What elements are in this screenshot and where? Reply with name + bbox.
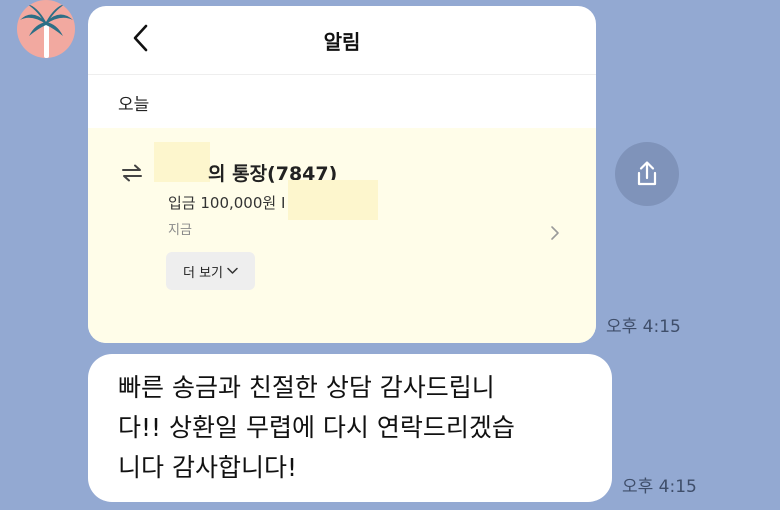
card-header: 알림 [88, 6, 596, 75]
more-button[interactable]: 더 보기 [166, 252, 255, 290]
notification-time: 지금 [168, 223, 192, 238]
notification-card: 알림 오늘 의 통장(7847) 입금 100,000원 I 지금 더 보기 [88, 6, 596, 343]
transfer-icon [122, 164, 142, 182]
avatar[interactable] [17, 0, 75, 58]
chevron-down-icon [227, 267, 238, 274]
deposit-amount: 입금 100,000원 I [168, 194, 286, 212]
message-line: 빠른 송금과 친절한 상담 감사드립니 [118, 373, 495, 402]
card-timestamp: 오후 4:15 [606, 317, 681, 337]
chevron-right-icon [551, 226, 559, 240]
more-button-label: 더 보기 [182, 265, 223, 281]
message-text: 빠른 송금과 친절한 상담 감사드립니 다!! 상환일 무렵에 다시 연락드리겠… [118, 368, 598, 488]
message-line: 니다 감사합니다! [118, 453, 297, 482]
section-label-today: 오늘 [118, 95, 150, 115]
share-button[interactable] [615, 142, 679, 206]
message-bubble[interactable]: 빠른 송금과 친절한 상담 감사드립니 다!! 상환일 무렵에 다시 연락드리겠… [88, 354, 612, 502]
palm-tree-icon [20, 4, 73, 58]
message-line: 다!! 상환일 무렵에 다시 연락드리겠습 [118, 413, 515, 442]
redacted-sender [288, 180, 378, 220]
page-title: 알림 [323, 30, 361, 54]
deposit-notification[interactable]: 의 통장(7847) 입금 100,000원 I 지금 더 보기 [88, 128, 596, 343]
redacted-name [154, 142, 210, 182]
share-icon [637, 161, 657, 186]
message-timestamp: 오후 4:15 [622, 477, 697, 497]
